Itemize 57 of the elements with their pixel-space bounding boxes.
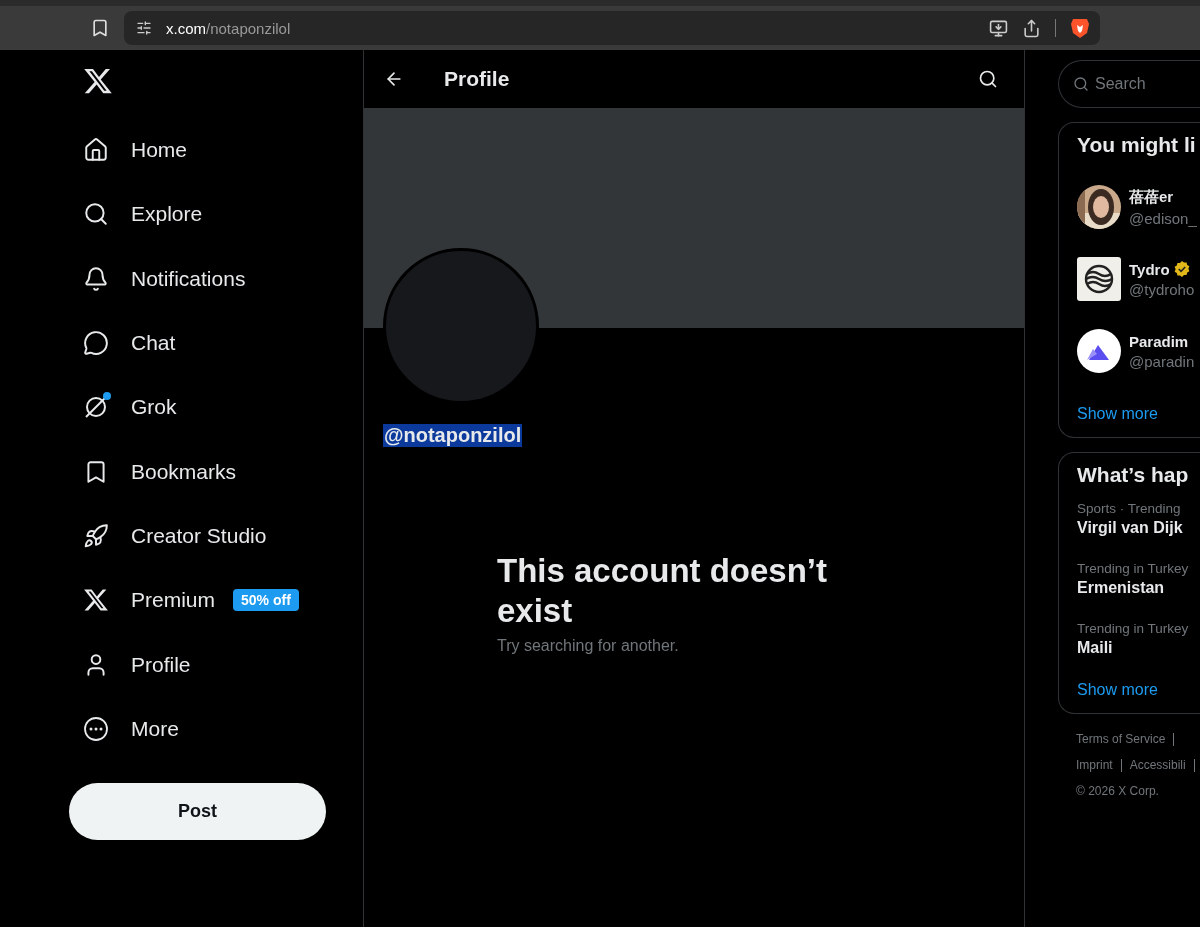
account-handle: @paradin	[1129, 352, 1195, 370]
post-button[interactable]: Post	[69, 782, 326, 840]
share-icon[interactable]	[1022, 18, 1041, 38]
nav-link[interactable]: Creator Studio	[69, 503, 363, 569]
search-icon[interactable]	[978, 69, 998, 89]
url-text: x.com/notaponzilol	[166, 19, 292, 37]
trend-context: Trending in Turkey	[1077, 621, 1190, 636]
footer-link[interactable]: Accessibili	[1129, 758, 1186, 772]
profile-handle: @notaponzilol	[383, 424, 523, 447]
show-more-link[interactable]: Show more	[1077, 405, 1200, 423]
trend-topic[interactable]: Ermenistan	[1077, 579, 1200, 597]
waves-logo-icon	[1077, 257, 1121, 301]
search-icon	[1073, 76, 1089, 92]
nav-link[interactable]: Notifications	[69, 246, 363, 311]
verified-badge-icon	[1173, 261, 1190, 277]
account-name[interactable]: Paradim	[1129, 332, 1195, 350]
bell-icon	[83, 265, 109, 292]
nav-link[interactable]: Bookmarks	[69, 439, 363, 504]
nav-link[interactable]: More	[69, 696, 363, 761]
home-icon	[83, 137, 109, 164]
search-icon	[83, 201, 109, 228]
error-title: This account doesn’t exist	[497, 551, 829, 631]
address-bar[interactable]: x.com/notaponzilol	[124, 11, 1100, 45]
account-handle: @edison_	[1129, 209, 1197, 227]
search-field[interactable]: Search	[1058, 60, 1200, 108]
discount-badge: 50% off	[233, 589, 299, 612]
card-title: You might li	[1077, 133, 1197, 157]
nav-link[interactable]: Premium 50% off	[69, 568, 363, 633]
trend-context: Sports · Trending	[1077, 501, 1182, 516]
nav-link[interactable]: Home	[69, 118, 363, 183]
account-name[interactable]: 蓓蓓er	[1129, 187, 1197, 207]
show-more-link[interactable]: Show more	[1077, 681, 1200, 699]
bookmark-icon[interactable]	[90, 18, 110, 38]
nav-link[interactable]: Grok	[69, 375, 363, 440]
mountain-logo-icon	[1077, 329, 1121, 373]
lion-shield-icon[interactable]	[1070, 17, 1090, 39]
trend-topic[interactable]: Virgil van Dijk	[1077, 519, 1200, 537]
x-logo[interactable]	[83, 66, 113, 96]
x-logo-icon	[83, 587, 109, 614]
card-title: What’s hap	[1077, 463, 1190, 487]
install-icon[interactable]	[989, 18, 1008, 38]
footer-link[interactable]: Terms of Service	[1076, 732, 1166, 746]
site-settings-icon[interactable]	[136, 20, 152, 36]
nav-link[interactable]: Explore	[69, 182, 363, 247]
trend-topic[interactable]: Maili	[1077, 639, 1200, 657]
account-name[interactable]: Tydro	[1129, 260, 1195, 278]
trend-context: Trending in Turkey	[1077, 561, 1190, 576]
chat-bubble-icon	[83, 330, 109, 357]
nav-link[interactable]: Chat	[69, 310, 363, 376]
rocket-icon	[83, 522, 109, 549]
nav-link[interactable]: Profile	[69, 632, 363, 697]
copyright: © 2026 X Corp.	[1076, 784, 1160, 798]
more-icon	[83, 715, 109, 742]
page-title: Profile	[444, 67, 511, 91]
error-message: Try searching for another.	[497, 637, 680, 655]
footer-link[interactable]: Imprint	[1076, 758, 1113, 772]
account-handle: @tydroho	[1129, 280, 1195, 298]
